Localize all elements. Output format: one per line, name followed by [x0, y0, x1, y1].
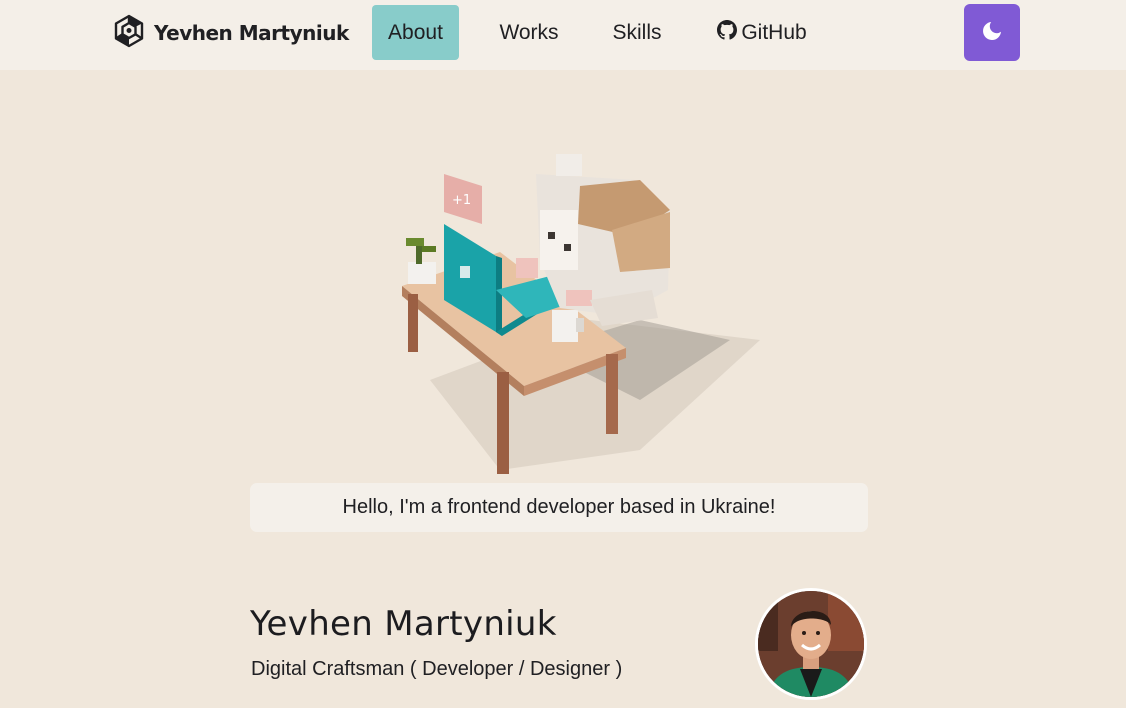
logo-icon — [112, 14, 146, 52]
theme-toggle-button[interactable] — [964, 4, 1020, 61]
plant-pot — [408, 262, 436, 284]
mug — [552, 310, 578, 342]
dog-eye — [548, 232, 555, 239]
logo-text: Yevhen Martyniuk — [154, 21, 349, 45]
dog-paw — [566, 290, 592, 306]
dog-face — [540, 210, 578, 270]
nav-github-label: GitHub — [741, 20, 807, 44]
dog-paw — [516, 258, 538, 278]
navbar: Yevhen Martyniuk About Works Skills GitH… — [0, 0, 1126, 70]
sticker-text: +1 — [452, 193, 471, 208]
laptop-logo — [460, 266, 470, 278]
github-icon — [717, 19, 738, 46]
nav-skills[interactable]: Skills — [598, 5, 676, 60]
mug-handle — [576, 318, 584, 332]
profile-role: Digital Craftsman ( Developer / Designer… — [251, 658, 623, 680]
table-leg — [497, 372, 509, 474]
dog-ear — [556, 154, 582, 176]
nav-works[interactable]: Works — [484, 5, 574, 60]
profile-name: Yevhen Martyniuk — [250, 604, 557, 644]
hero-voxel-illustration: +1 — [340, 140, 780, 480]
greeting-banner: Hello, I'm a frontend developer based in… — [250, 483, 868, 532]
nav-github[interactable]: GitHub — [707, 5, 817, 60]
table-leg — [606, 354, 618, 434]
profile-avatar — [755, 588, 867, 700]
laptop-screen-edge — [496, 256, 502, 336]
plant-leaf — [422, 246, 436, 252]
moon-icon — [980, 19, 1004, 46]
logo-link[interactable]: Yevhen Martyniuk — [112, 14, 349, 52]
dog-nose — [564, 244, 571, 251]
nav-about[interactable]: About — [372, 5, 459, 60]
plant-leaf — [406, 238, 424, 246]
table-leg — [408, 294, 418, 352]
